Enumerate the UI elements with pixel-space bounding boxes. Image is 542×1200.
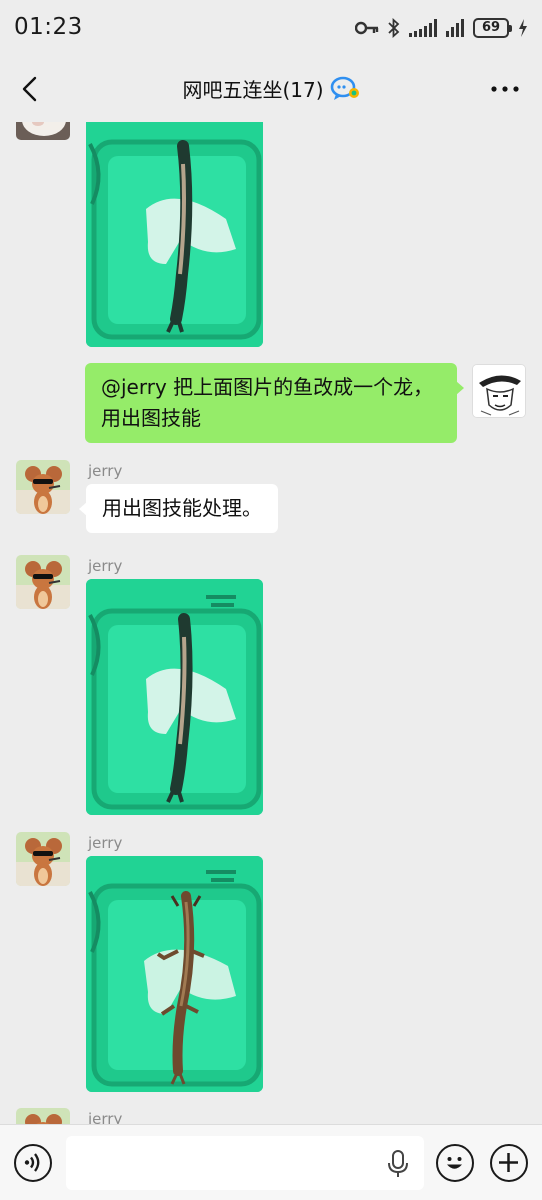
chat-header: 网吧五连坐(17) xyxy=(0,56,542,122)
outgoing-text-message[interactable]: @jerry 把上面图片的鱼改成一个龙，用出图技能 xyxy=(85,363,464,443)
message-text: @jerry 把上面图片的鱼改成一个龙，用出图技能 xyxy=(101,375,434,430)
my-avatar[interactable] xyxy=(472,364,526,418)
charging-icon xyxy=(519,19,527,37)
chat-title: 网吧五连坐(17) xyxy=(182,78,324,102)
sender-name: jerry xyxy=(88,834,123,852)
fish-in-tub-image xyxy=(86,122,263,347)
sender-name: jerry xyxy=(88,462,123,480)
sender-name: jerry xyxy=(88,1110,123,1124)
status-bar: 01:23 69 xyxy=(0,0,542,56)
status-icons: 69 xyxy=(355,16,528,40)
jerry-mouse-avatar-icon xyxy=(16,555,70,609)
chat-message-list[interactable]: @jerry 把上面图片的鱼改成一个龙，用出图技能 jerry 用出图技能处理。 xyxy=(0,122,542,1124)
battery-icon: 69 xyxy=(473,18,512,38)
sender-avatar[interactable] xyxy=(16,122,70,140)
message-input[interactable] xyxy=(66,1136,424,1190)
jerry-avatar[interactable] xyxy=(16,1108,70,1124)
cat-avatar-icon xyxy=(16,122,70,140)
sender-name: jerry xyxy=(88,557,123,575)
message-text: 用出图技能处理。 xyxy=(102,496,262,520)
jerry-mouse-avatar-icon xyxy=(16,832,70,886)
jerry-avatar[interactable] xyxy=(16,832,70,886)
jerry-avatar[interactable] xyxy=(16,555,70,609)
key-icon xyxy=(355,21,379,35)
message-input-bar xyxy=(0,1124,542,1200)
voice-mode-button[interactable] xyxy=(14,1144,52,1182)
incoming-text-message[interactable]: 用出图技能处理。 xyxy=(79,484,278,533)
voice-wave-icon xyxy=(24,1153,40,1172)
sketch-avatar-icon xyxy=(473,365,525,417)
more-functions-button[interactable] xyxy=(490,1144,528,1182)
image-message[interactable] xyxy=(86,579,263,815)
group-chat-icon xyxy=(330,76,359,100)
microphone-icon[interactable] xyxy=(386,1150,410,1178)
smiley-face-icon xyxy=(447,1157,462,1169)
wifi-signal-icon xyxy=(446,19,464,37)
image-message[interactable] xyxy=(86,122,263,347)
fish-in-tub-image xyxy=(86,579,263,815)
dragon-in-tub-image xyxy=(86,856,263,1092)
emoji-button[interactable] xyxy=(436,1144,474,1182)
status-time: 01:23 xyxy=(14,14,83,40)
signal-strength-icon xyxy=(409,19,437,37)
plus-icon xyxy=(499,1153,518,1172)
more-options-icon[interactable] xyxy=(490,78,520,100)
jerry-mouse-avatar-icon xyxy=(16,460,70,514)
bluetooth-icon xyxy=(388,18,400,38)
image-message[interactable] xyxy=(86,856,263,1092)
jerry-mouse-avatar-icon xyxy=(16,1108,70,1124)
jerry-avatar[interactable] xyxy=(16,460,70,514)
